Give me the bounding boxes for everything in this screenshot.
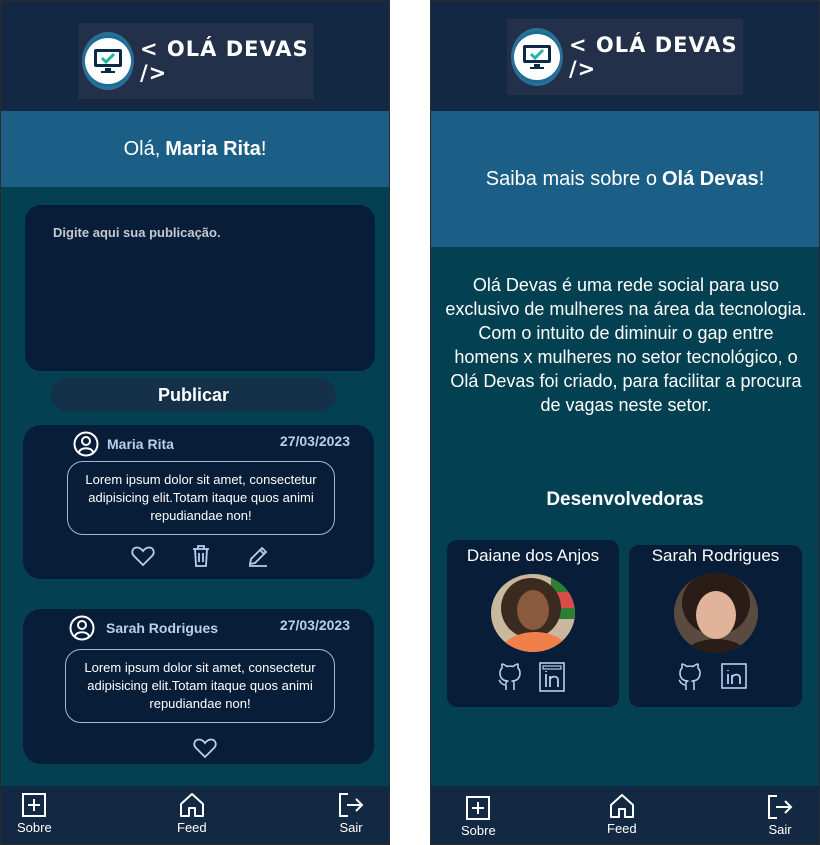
- banner-prefix: Saiba mais sobre o: [485, 167, 657, 190]
- home-icon: [179, 793, 204, 817]
- developer-name: Sarah Rodrigues: [651, 546, 780, 565]
- user-name: Maria Rita: [165, 137, 261, 160]
- developer-photo: [673, 573, 758, 653]
- monitor-icon: [94, 49, 122, 73]
- post-card: Sarah Rodrigues 27/03/2023 Lorem ipsum d…: [23, 609, 374, 764]
- publish-button[interactable]: Publicar: [51, 378, 336, 412]
- post-body: Lorem ipsum dolor sit amet, consectetur …: [65, 649, 335, 723]
- linkedin-icon: [539, 662, 565, 692]
- edit-button[interactable]: [247, 545, 269, 567]
- brand-text: < OLÁ DEVAS />: [140, 37, 309, 85]
- post-card: Maria Rita 27/03/2023 Lorem ipsum dolor …: [23, 425, 374, 579]
- developer-card: Sarah Rodrigues: [629, 545, 802, 707]
- nav-sobre[interactable]: Sobre: [17, 792, 52, 835]
- linkedin-link[interactable]: [721, 663, 747, 689]
- like-button[interactable]: [193, 737, 217, 759]
- nav-label: Sair: [768, 822, 792, 837]
- nav-sair[interactable]: Sair: [337, 792, 365, 835]
- heart-icon: [193, 738, 217, 759]
- user-avatar-icon: [73, 431, 99, 457]
- logout-icon: [339, 793, 364, 817]
- nav-label: Sair: [339, 820, 363, 835]
- trash-icon: [193, 545, 209, 567]
- nav-label: Feed: [607, 821, 637, 836]
- delete-button[interactable]: [191, 544, 211, 568]
- user-avatar-icon: [69, 615, 95, 641]
- post-date: 27/03/2023: [279, 433, 350, 449]
- banner-name: Olá Devas: [661, 167, 759, 190]
- heart-icon: [131, 546, 155, 567]
- nav-label: Sobre: [461, 823, 496, 838]
- brand-text: < OLÁ DEVAS />: [569, 33, 738, 81]
- post-author[interactable]: Maria Rita: [107, 436, 174, 452]
- nav-label: Sobre: [17, 820, 52, 835]
- nav-sair[interactable]: Sair: [766, 794, 794, 837]
- bottom-nav: Sobre Feed Sair: [431, 786, 819, 844]
- header: < OLÁ DEVAS />: [1, 1, 389, 111]
- about-screen: < OLÁ DEVAS /> Saiba mais sobre o Olá De…: [430, 0, 820, 845]
- developer-photo: [491, 574, 575, 652]
- about-description: Olá Devas é uma rede social para uso exc…: [445, 275, 807, 415]
- github-icon: [678, 663, 701, 690]
- about-banner: Saiba mais sobre o Olá Devas!: [431, 111, 819, 247]
- greeting-banner: Olá, Maria Rita!: [1, 111, 389, 187]
- linkedin-link[interactable]: [539, 662, 565, 692]
- logout-icon: [768, 795, 793, 819]
- plus-square-icon: [22, 793, 47, 817]
- developers-title: Desenvolvedoras: [546, 489, 704, 510]
- home-icon: [609, 794, 634, 818]
- developer-name: Daiane dos Anjos: [466, 546, 600, 565]
- banner-suffix: !: [758, 167, 765, 190]
- bottom-nav: Sobre Feed Sair: [1, 786, 389, 844]
- post-author[interactable]: Sarah Rodrigues: [106, 620, 218, 636]
- feed-screen: < OLÁ DEVAS /> Olá, Maria Rita! Digite a…: [0, 0, 390, 845]
- app-logo: < OLÁ DEVAS />: [507, 19, 743, 95]
- developer-card: Daiane dos Anjos: [447, 540, 619, 707]
- post-date: 27/03/2023: [279, 617, 350, 633]
- post-composer[interactable]: Digite aqui sua publicação.: [25, 205, 375, 371]
- nav-feed[interactable]: Feed: [607, 793, 637, 836]
- post-body: Lorem ipsum dolor sit amet, consectetur …: [67, 461, 335, 535]
- header: < OLÁ DEVAS />: [431, 1, 819, 111]
- nav-label: Feed: [177, 820, 207, 835]
- greeting-suffix: !: [260, 137, 267, 160]
- composer-placeholder: Digite aqui sua publicação.: [53, 225, 221, 240]
- github-link[interactable]: [497, 663, 523, 693]
- nav-feed[interactable]: Feed: [177, 792, 207, 835]
- plus-square-icon: [466, 796, 491, 820]
- greeting-prefix: Olá,: [123, 137, 161, 160]
- like-button[interactable]: [131, 545, 155, 567]
- github-icon: [498, 663, 521, 690]
- github-link[interactable]: [677, 663, 703, 693]
- nav-sobre[interactable]: Sobre: [461, 795, 496, 838]
- pencil-icon: [248, 546, 268, 567]
- app-logo: < OLÁ DEVAS />: [78, 23, 314, 99]
- linkedin-icon: [721, 663, 747, 689]
- monitor-icon: [523, 45, 551, 69]
